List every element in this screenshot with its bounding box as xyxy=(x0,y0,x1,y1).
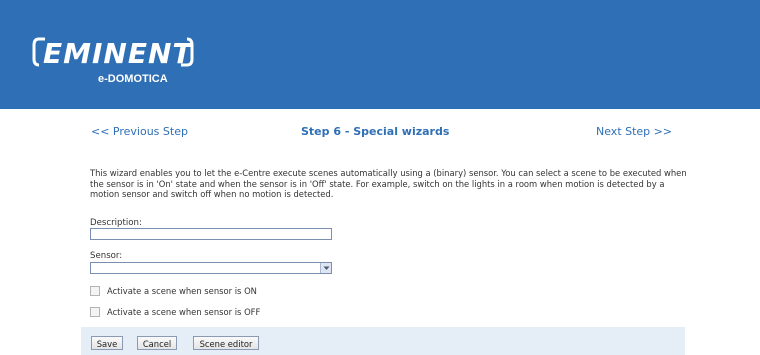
sensor-select[interactable] xyxy=(90,262,332,274)
description-input[interactable] xyxy=(90,228,332,240)
activate-on-label: Activate a scene when sensor is ON xyxy=(107,286,257,296)
eminent-logo: EMINENT e-DOMOTICA xyxy=(31,35,205,91)
save-button[interactable]: Save xyxy=(91,336,123,350)
activate-off-label: Activate a scene when sensor is OFF xyxy=(107,307,261,317)
activate-on-checkbox[interactable] xyxy=(90,286,100,296)
wizard-description: This wizard enables you to let the e-Cen… xyxy=(90,168,687,200)
header-banner: EMINENT e-DOMOTICA xyxy=(0,0,760,109)
description-label: Description: xyxy=(90,218,142,228)
cancel-button[interactable]: Cancel xyxy=(137,336,177,350)
activate-off-checkbox[interactable] xyxy=(90,307,100,317)
step-title: Step 6 - Special wizards xyxy=(301,125,450,138)
scene-editor-button[interactable]: Scene editor xyxy=(193,336,259,350)
sensor-label: Sensor: xyxy=(90,251,123,261)
button-bar: Save Cancel Scene editor xyxy=(81,327,685,355)
brand-subtitle: e-DOMOTICA xyxy=(98,73,168,85)
brand-name: EMINENT xyxy=(43,37,193,70)
previous-step-link[interactable]: << Previous Step xyxy=(91,125,188,138)
next-step-link[interactable]: Next Step >> xyxy=(596,125,672,138)
chevron-down-icon[interactable] xyxy=(320,263,331,273)
wizard-navigation: << Previous Step Step 6 - Special wizard… xyxy=(0,125,760,143)
